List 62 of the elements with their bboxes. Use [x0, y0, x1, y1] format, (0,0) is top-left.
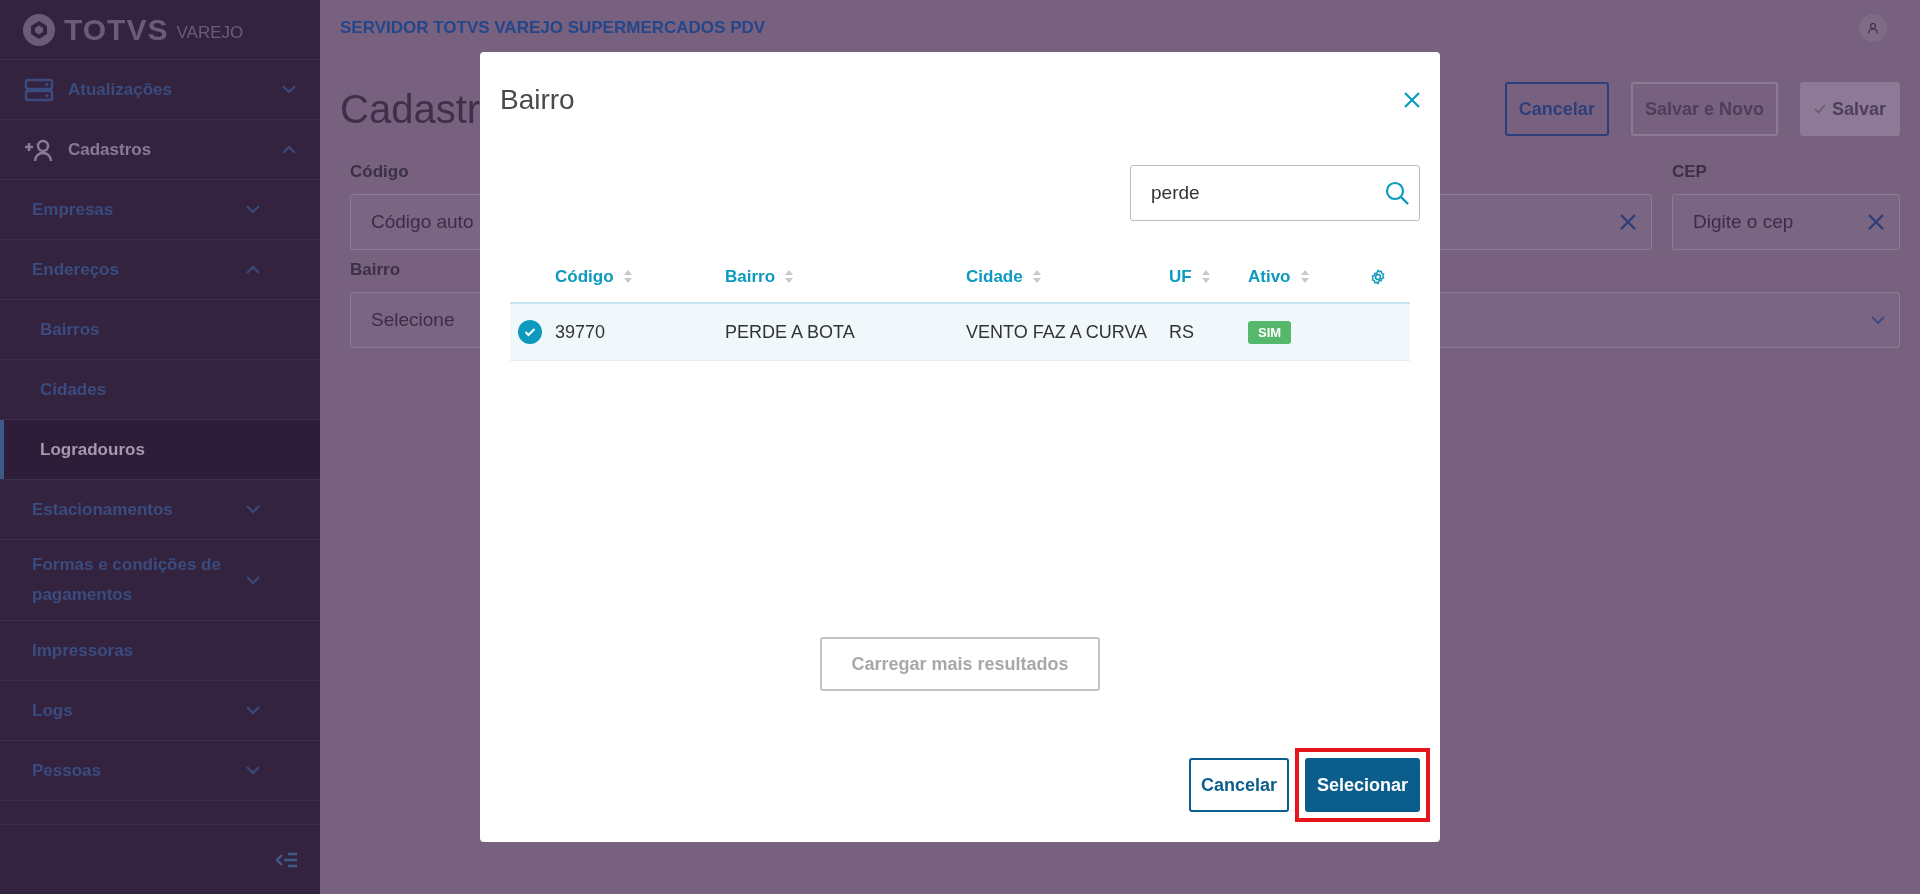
- search-field[interactable]: perde: [1130, 165, 1420, 221]
- add-user-icon: [24, 137, 54, 162]
- table-cell-text: 39770: [555, 321, 607, 343]
- logo-text: TOTVS: [64, 12, 169, 47]
- action-button[interactable]: Salvar: [1799, 82, 1900, 136]
- chevron-icon: [246, 706, 260, 715]
- field-label: CEP: [1672, 162, 1707, 183]
- select-button[interactable]: Selecionar: [1304, 758, 1420, 812]
- page-title: Cadastr: [340, 86, 481, 132]
- header-title: SERVIDOR TOTVS VAREJO SUPERMERCADOS PDV: [340, 18, 766, 38]
- sort-icon[interactable]: [785, 270, 794, 283]
- field-label: Código: [350, 162, 409, 183]
- sidebar-item[interactable]: Bairros: [0, 300, 320, 360]
- column-header[interactable]: Cidade: [966, 266, 1023, 287]
- sidebar-item[interactable]: Formas e condições de pagamentos: [0, 540, 320, 621]
- status-badge: SIM: [1248, 320, 1292, 344]
- sidebar-item[interactable]: Logs: [0, 681, 320, 741]
- logo-icon: [22, 12, 56, 47]
- column-header[interactable]: Código: [555, 266, 614, 287]
- chevron-icon: [246, 505, 260, 514]
- settings-icon[interactable]: [1370, 268, 1386, 285]
- user-avatar[interactable]: [1859, 14, 1887, 42]
- row-checkbox[interactable]: [518, 320, 542, 344]
- sidebar-item[interactable]: Logradouros: [0, 420, 320, 480]
- column-header[interactable]: Bairro: [725, 266, 776, 287]
- table-cell-text: RS: [1169, 321, 1195, 343]
- chevron-icon: [246, 766, 260, 775]
- sidebar-item[interactable]: Impressoras: [0, 621, 320, 681]
- cancel-button[interactable]: Cancelar: [1188, 758, 1289, 812]
- sort-icon[interactable]: [1300, 270, 1309, 283]
- chevron-icon: [1871, 315, 1885, 325]
- chevron-icon: [246, 265, 260, 274]
- sort-icon[interactable]: [1201, 270, 1210, 283]
- column-header[interactable]: Ativo: [1248, 266, 1291, 287]
- server-icon: [24, 77, 54, 102]
- check-icon: [524, 327, 536, 337]
- sidebar-item[interactable]: Empresas: [0, 180, 320, 240]
- sidebar-item[interactable]: Endereços: [0, 240, 320, 300]
- sort-icon[interactable]: [623, 270, 632, 283]
- sidebar-item[interactable]: Atualizações: [0, 60, 320, 120]
- table-cell-text: PERDE A BOTA: [725, 321, 856, 343]
- table-cell-text: VENTO FAZ A CURVA: [966, 321, 1149, 343]
- chevron-icon: [246, 205, 260, 214]
- action-button[interactable]: Cancelar: [1504, 82, 1609, 136]
- check-icon: [1813, 104, 1826, 114]
- chevron-icon: [282, 145, 296, 154]
- collapse-menu-icon[interactable]: [276, 851, 298, 868]
- table-row[interactable]: 39770 PERDE A BOTA VENTO FAZ A CURVA RS SIM: [510, 304, 1410, 361]
- search-icon[interactable]: [1385, 181, 1409, 205]
- chevron-icon: [282, 85, 296, 94]
- input-field[interactable]: Digite o cep: [1672, 194, 1900, 250]
- clear-icon[interactable]: [1619, 213, 1637, 231]
- dialog-title: Bairro: [500, 83, 575, 116]
- chevron-icon: [246, 575, 260, 585]
- logo-subtitle: VAREJO: [176, 22, 244, 43]
- clear-icon[interactable]: [1867, 213, 1885, 231]
- sidebar-item[interactable]: Pessoas: [0, 741, 320, 801]
- field-label: Bairro: [350, 260, 401, 281]
- sort-icon[interactable]: [1032, 270, 1041, 283]
- sidebar-item[interactable]: Estacionamentos: [0, 480, 320, 540]
- sidebar-item[interactable]: Cadastros: [0, 120, 320, 180]
- column-header[interactable]: UF: [1169, 266, 1192, 287]
